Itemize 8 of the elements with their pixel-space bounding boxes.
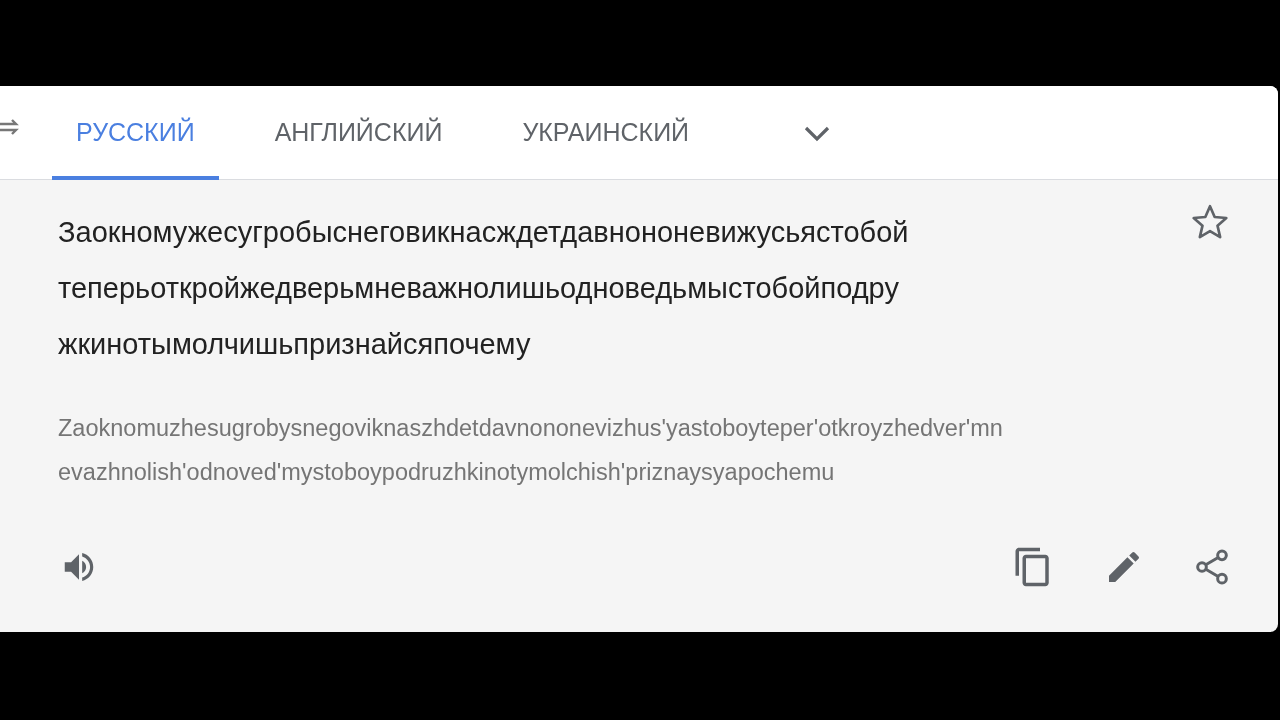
- transliteration-text: evazhnolish'odnoved'mystoboypodruzhkinotymolchish'priznaysyapochemu: [58, 458, 836, 487]
- language-tab[interactable]: РУССКИЙ: [52, 86, 219, 180]
- translation-text: теперьоткройжедверьмневажнолишьодноведьмыстобойподру: [58, 271, 900, 306]
- language-tab[interactable]: АНГЛИЙСКИЙ: [250, 86, 467, 180]
- translation-text: жкинотымолчишьпризнайсяпочему: [58, 327, 532, 362]
- transliteration-text: Zaoknomuzhesugrobysnegoviknaszhdetdavnononevizhus'yastoboyteper'otkroyzhedver'mn: [58, 414, 1004, 443]
- translation-text: Заокномужесугробыснеговикнасждетдавнононевижусьястобой: [58, 215, 910, 250]
- language-tab[interactable]: УКРАИНСКИЙ: [498, 86, 714, 180]
